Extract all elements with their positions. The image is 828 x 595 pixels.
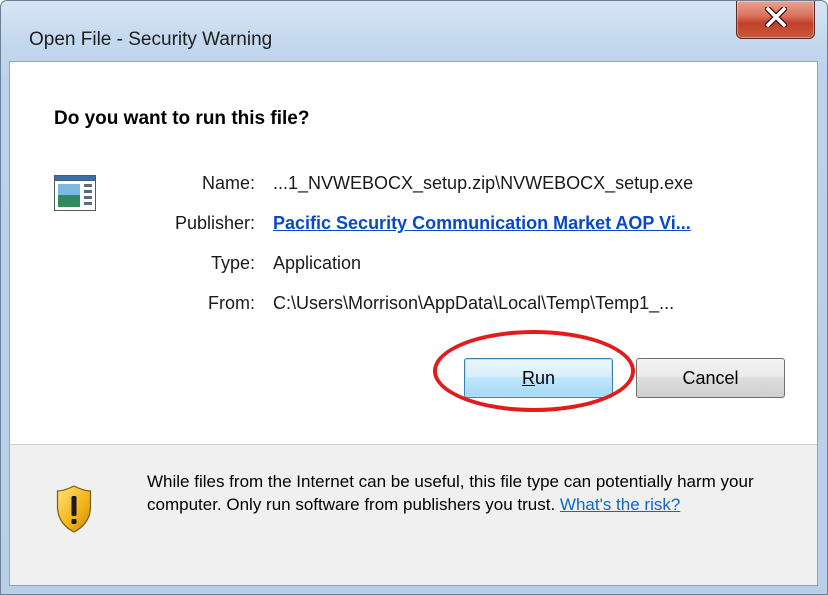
run-highlight-circle	[433, 330, 635, 412]
dialog-question: Do you want to run this file?	[54, 108, 310, 129]
cancel-button[interactable]: Cancel	[636, 358, 785, 398]
title-bar[interactable]: Open File - Security Warning	[1, 1, 827, 61]
type-label: Type:	[210, 253, 255, 273]
from-label: From:	[208, 293, 255, 313]
type-value: Application	[273, 253, 362, 273]
name-value: ...1_NVWEBOCX_setup.zip\NVWEBOCX_setup.e…	[273, 173, 694, 193]
dialog-body: Do you want to run this file? Name: ...1…	[9, 61, 818, 586]
security-warning-window: Open File - Security Warning Do you want…	[0, 0, 828, 595]
name-label: Name:	[201, 173, 255, 193]
shield-warning-icon	[56, 485, 92, 533]
close-button[interactable]	[736, 1, 815, 39]
from-value: C:\Users\Morrison\AppData\Local\Temp\Tem…	[273, 293, 675, 313]
close-icon	[765, 7, 787, 27]
warning-text-block: While files from the Internet can be use…	[147, 470, 787, 516]
warning-footer: While files from the Internet can be use…	[10, 445, 817, 585]
publisher-link[interactable]: Pacific Security Communication Market AO…	[273, 213, 691, 234]
whats-the-risk-link[interactable]: What's the risk?	[560, 495, 680, 514]
window-title: Open File - Security Warning	[29, 29, 273, 50]
publisher-label: Publisher:	[174, 213, 255, 233]
